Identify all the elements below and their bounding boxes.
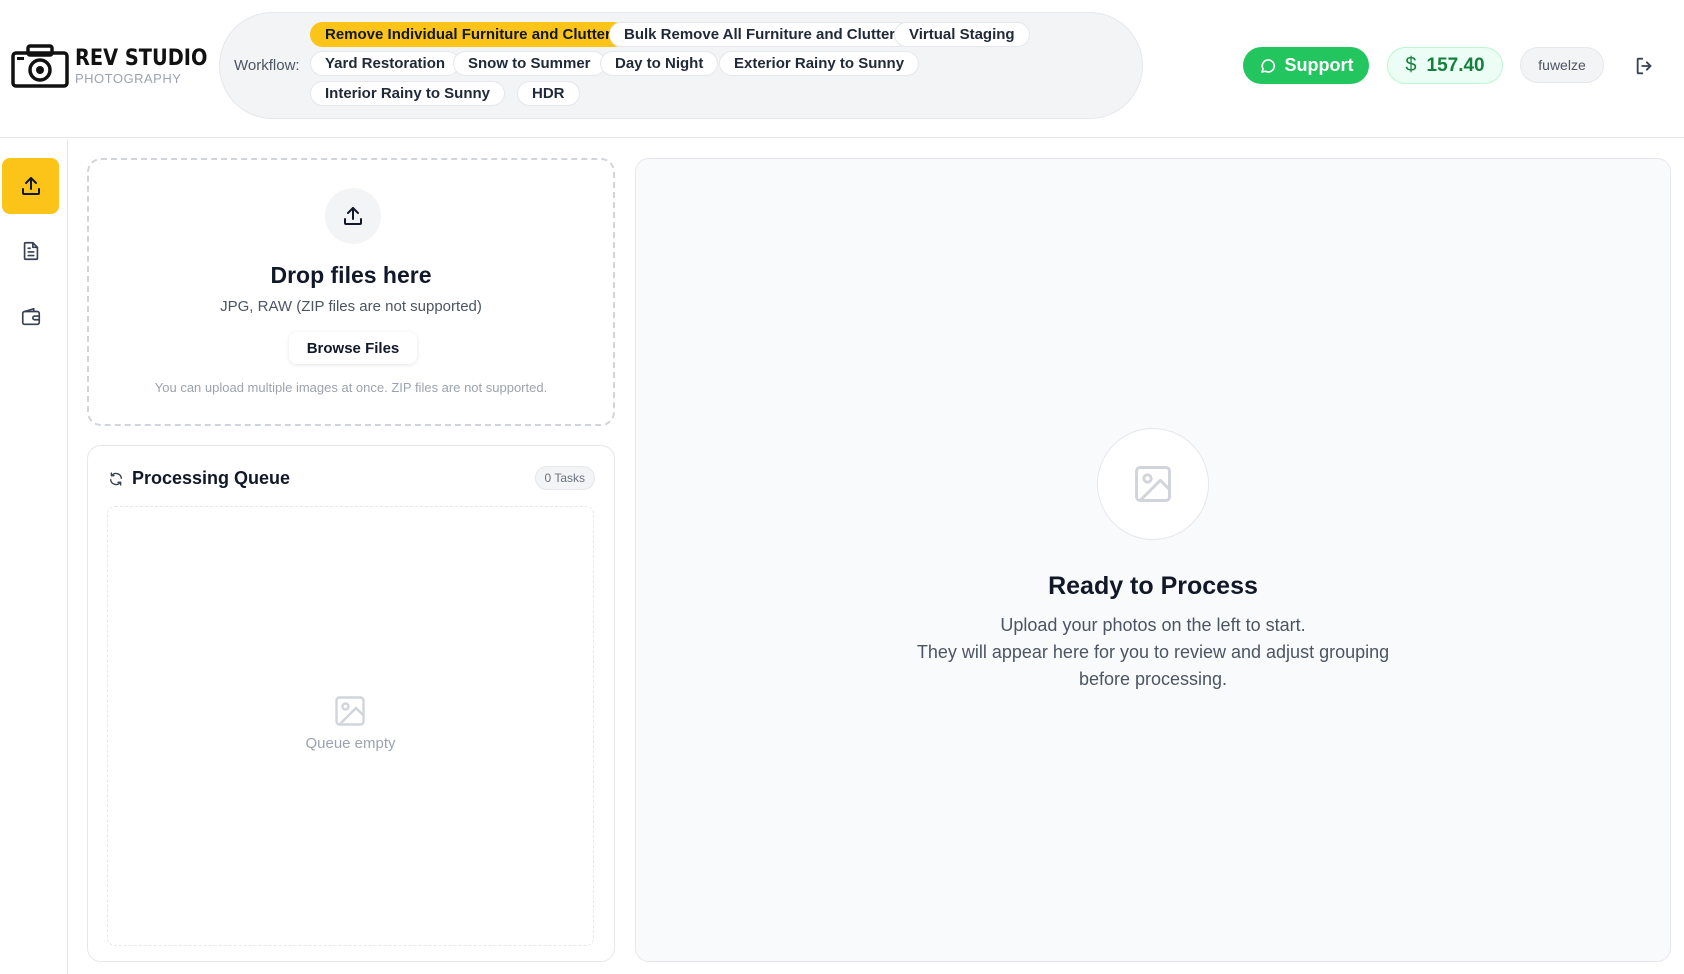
support-label: Support	[1284, 55, 1354, 75]
queue-empty-text: Queue empty	[305, 735, 396, 752]
logout-icon	[1636, 57, 1652, 75]
workflow-label: Workflow:	[234, 57, 300, 74]
sidebar-item-documents[interactable]	[2, 223, 59, 279]
workflow-option-exterior-rainy-to-sunny[interactable]: Exterior Rainy to Sunny	[719, 51, 920, 76]
queue-title: Processing Queue	[132, 468, 291, 488]
workflow-option-interior-rainy-to-sunny[interactable]: Interior Rainy to Sunny	[310, 81, 506, 106]
camera-logo-icon	[11, 44, 69, 88]
wallet-icon	[21, 307, 40, 326]
workflow-option-day-to-night[interactable]: Day to Night	[600, 51, 719, 76]
brand-logo[interactable]: REV STUDIO PHOTOGRAPHY	[11, 40, 207, 92]
image-placeholder-icon	[1135, 466, 1171, 502]
sidebar	[0, 139, 68, 974]
workflow-option-remove-individual[interactable]: Remove Individual Furniture and Clutter	[310, 22, 626, 47]
sidebar-item-upload[interactable]	[2, 158, 59, 214]
preview-line-2: They will appear here for you to review …	[916, 642, 1390, 662]
dropzone-note: You can upload multiple images at once. …	[154, 380, 548, 395]
dropzone-subtitle: JPG, RAW (ZIP files are not supported)	[220, 298, 482, 315]
dropzone-title: Drop files here	[270, 262, 432, 288]
sidebar-item-wallet[interactable]	[2, 289, 59, 345]
chat-bubble-icon	[1260, 58, 1275, 73]
preview-line-1: Upload your photos on the left to start.	[1000, 615, 1306, 635]
task-count-badge: 0 Tasks	[534, 466, 595, 490]
preview-panel: Ready to Process Upload your photos on t…	[635, 158, 1671, 962]
workflow-option-yard-restoration[interactable]: Yard Restoration	[310, 51, 461, 76]
workflow-selector: Workflow: Remove Individual Furniture an…	[219, 12, 1143, 119]
workflow-option-virtual-staging[interactable]: Virtual Staging	[894, 22, 1030, 47]
workflow-option-hdr[interactable]: HDR	[517, 81, 580, 106]
balance-amount: 157.40	[1426, 54, 1485, 76]
browse-files-button[interactable]: Browse Files	[289, 332, 417, 364]
upload-circle	[325, 188, 381, 244]
image-placeholder-icon	[335, 696, 365, 726]
top-header: REV STUDIO PHOTOGRAPHY Workflow: Remove …	[0, 0, 1684, 138]
upload-icon	[21, 177, 40, 195]
document-icon	[23, 241, 38, 261]
user-chip[interactable]: fuwelze	[1520, 47, 1604, 83]
logout-button[interactable]	[1632, 53, 1658, 79]
workflow-option-snow-to-summer[interactable]: Snow to Summer	[453, 51, 606, 76]
refresh-icon	[110, 471, 122, 486]
preview-title: Ready to Process	[1048, 572, 1258, 600]
brand-subtitle: PHOTOGRAPHY	[75, 70, 182, 86]
upload-dropzone[interactable]: Drop files here JPG, RAW (ZIP files are …	[87, 158, 615, 426]
queue-list: Queue empty	[107, 506, 594, 946]
preview-icon-circle	[1097, 428, 1209, 540]
workflow-option-bulk-remove[interactable]: Bulk Remove All Furniture and Clutter	[609, 22, 911, 47]
upload-icon	[344, 207, 362, 225]
brand-name: REV STUDIO	[75, 45, 208, 71]
dollar-icon: $	[1405, 54, 1417, 76]
processing-queue-panel: Processing Queue 0 Tasks Queue empty	[87, 445, 615, 962]
support-button[interactable]: Support	[1243, 47, 1369, 84]
preview-line-3: before processing.	[1078, 669, 1228, 689]
balance-badge[interactable]: $ 157.40	[1387, 47, 1503, 84]
